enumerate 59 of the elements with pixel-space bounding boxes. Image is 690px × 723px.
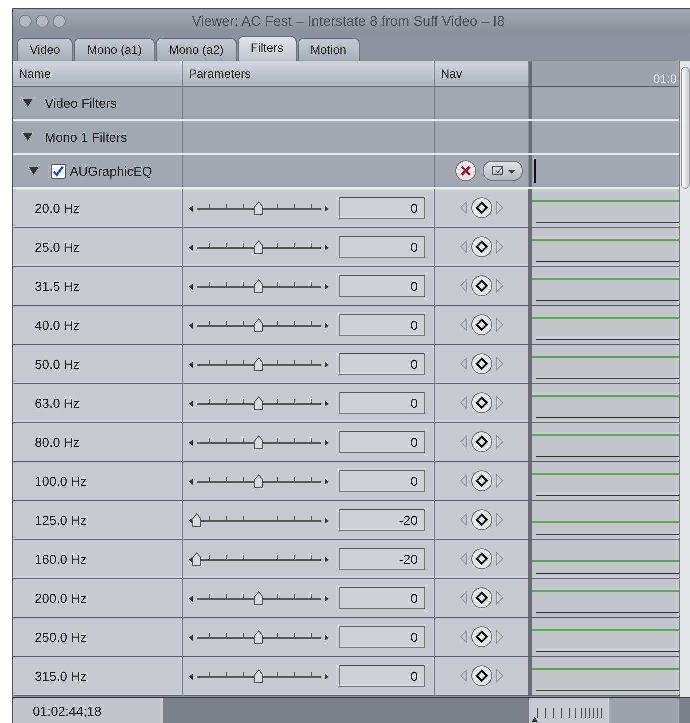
band-label: 250.0 Hz xyxy=(34,630,88,644)
disclosure-triangle-icon[interactable] xyxy=(23,133,33,141)
tab[interactable]: Mono (a2) xyxy=(156,38,237,61)
value-field[interactable]: 0 xyxy=(339,431,425,453)
value-field[interactable]: -20 xyxy=(339,548,425,570)
band-label: 80.0 Hz xyxy=(34,434,80,450)
options-menu[interactable] xyxy=(483,161,523,181)
filter-name: AUGraphicEQ xyxy=(70,164,152,178)
value-field[interactable]: 0 xyxy=(339,197,425,219)
disclosure-triangle-icon[interactable] xyxy=(23,99,33,107)
band-label: 25.0 Hz xyxy=(34,240,80,254)
slider[interactable] xyxy=(189,238,329,256)
band-label: 200.0 Hz xyxy=(34,590,88,606)
value-field[interactable]: 0 xyxy=(339,470,425,492)
disclosure-triangle-icon[interactable] xyxy=(29,167,39,175)
tab[interactable]: Motion xyxy=(298,38,360,61)
tab[interactable]: Filters xyxy=(238,36,297,61)
band-label: 100.0 Hz xyxy=(34,474,88,488)
band-label: 40.0 Hz xyxy=(34,318,80,332)
slider[interactable] xyxy=(189,550,329,568)
tab[interactable]: Mono (a1) xyxy=(74,38,156,61)
value-field[interactable]: 0 xyxy=(339,665,425,687)
band-label: 20.0 Hz xyxy=(34,200,80,216)
slider[interactable] xyxy=(189,355,329,373)
window-title: Viewer: AC Fest – Interstate 8 from Suff Video – I8 xyxy=(191,13,506,29)
band-label: 315.0 Hz xyxy=(34,668,88,684)
slider[interactable] xyxy=(189,511,329,529)
band-label: 125.0 Hz xyxy=(34,512,88,528)
band-label: 63.0 Hz xyxy=(34,396,80,410)
band-label: 50.0 Hz xyxy=(34,356,80,372)
slider[interactable] xyxy=(189,667,329,685)
value-field[interactable]: 0 xyxy=(339,275,425,297)
value-field[interactable]: 0 xyxy=(339,236,425,258)
ruler-label: 01:0 xyxy=(654,72,677,86)
slider[interactable] xyxy=(189,589,329,607)
column-header[interactable]: Parameters xyxy=(183,61,435,86)
group-label: Video Filters xyxy=(45,96,118,110)
checkbox[interactable] xyxy=(51,164,66,178)
value-field[interactable]: 0 xyxy=(339,587,425,609)
remove-icon[interactable] xyxy=(455,160,477,182)
slider[interactable] xyxy=(189,628,329,646)
scrollbar[interactable] xyxy=(679,61,690,697)
band-label: 31.5 Hz xyxy=(34,278,80,294)
band-label: 160.0 Hz xyxy=(34,552,88,566)
slider[interactable] xyxy=(189,394,329,412)
slider[interactable] xyxy=(189,199,329,217)
column-header[interactable]: Name xyxy=(13,61,183,86)
value-field[interactable]: 0 xyxy=(339,353,425,375)
timecode: 01:02:44;18 xyxy=(13,698,163,723)
value-field[interactable]: 0 xyxy=(339,314,425,336)
slider[interactable] xyxy=(189,433,329,451)
value-field[interactable]: 0 xyxy=(339,626,425,648)
value-field[interactable]: -20 xyxy=(339,509,425,531)
value-field[interactable]: 0 xyxy=(339,392,425,414)
slider[interactable] xyxy=(189,316,329,334)
slider[interactable] xyxy=(189,472,329,490)
group-label: Mono 1 Filters xyxy=(45,130,128,144)
tab[interactable]: Video xyxy=(17,38,74,61)
slider[interactable] xyxy=(189,277,329,295)
